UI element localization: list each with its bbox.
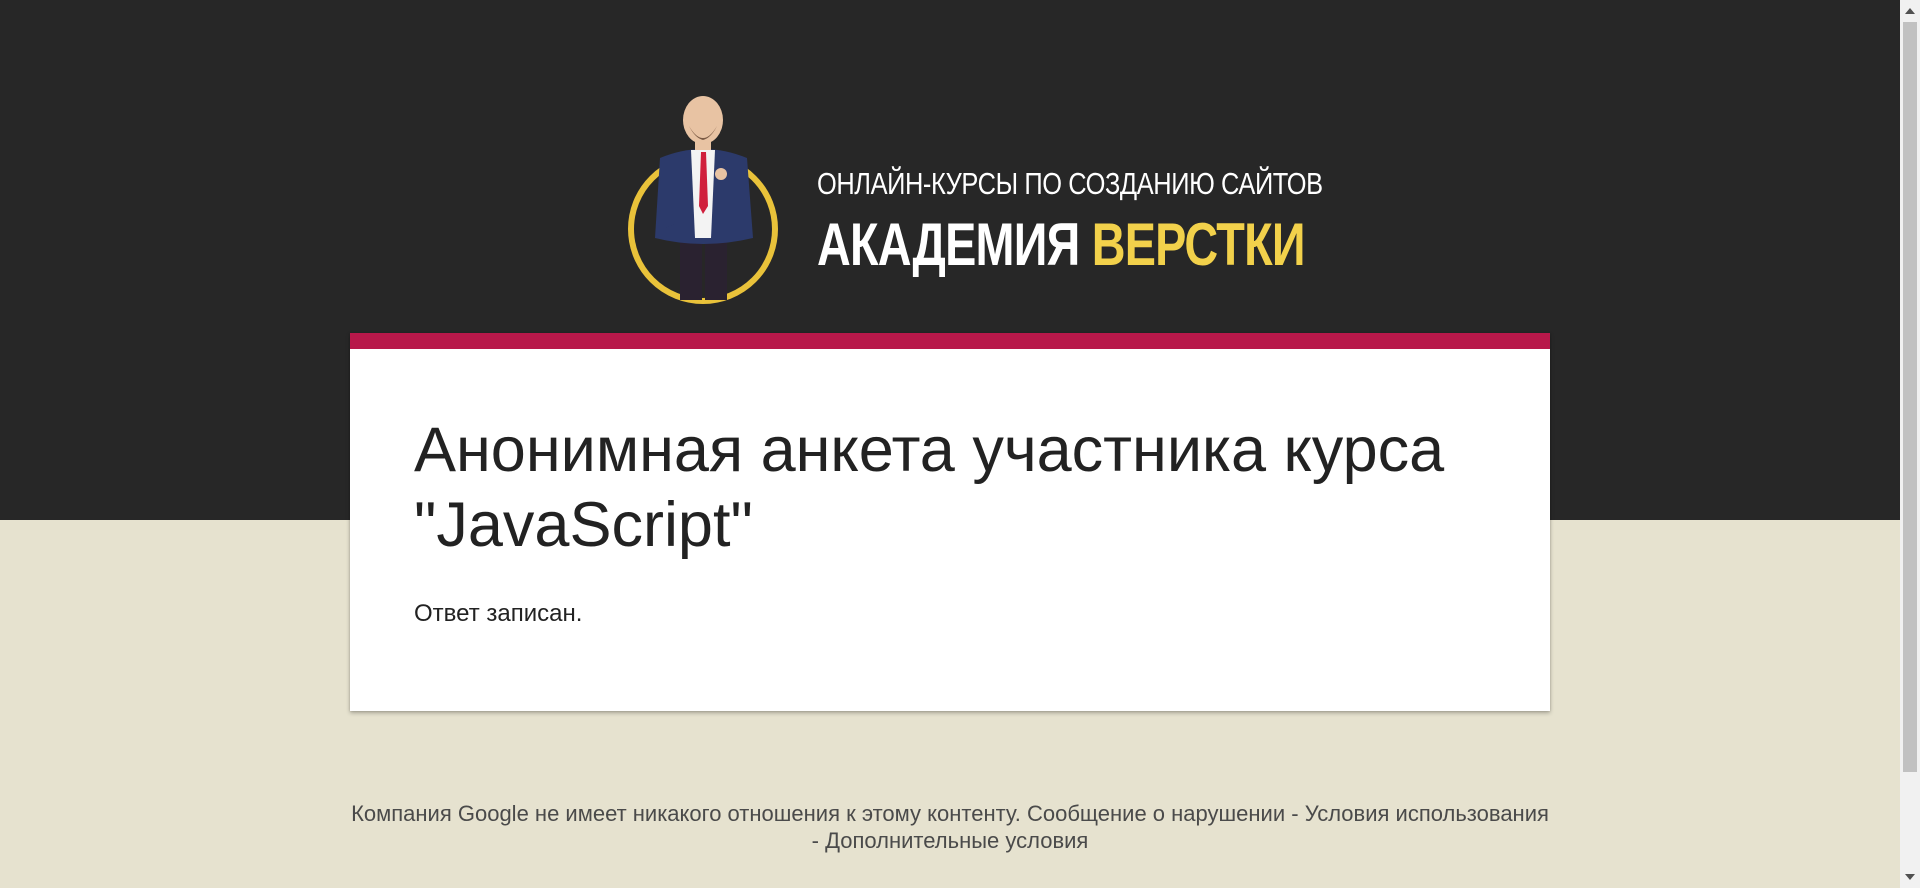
form-title-line1: Анонимная анкета участника курса: [414, 415, 1445, 485]
academy-logo: ОНЛАЙН-КУРСЫ ПО СОЗДАНИЮ САЙТОВ АКАДЕМИЯ…: [625, 88, 1323, 310]
report-abuse-link[interactable]: Сообщение о нарушении: [1027, 801, 1285, 826]
logo-tagline: ОНЛАЙН-КУРСЫ ПО СОЗДАНИЮ САЙТОВ: [817, 166, 1323, 201]
response-recorded-message: Ответ записан.: [414, 600, 583, 627]
form-card-accent-bar: [350, 333, 1550, 349]
footer-disclaimer-text: Компания Google не имеет никакого отноше…: [351, 801, 1021, 826]
additional-terms-link[interactable]: Дополнительные условия: [825, 828, 1088, 853]
logo-brand-accent: ВЕРСТКИ: [1091, 211, 1306, 278]
footer-separator: -: [1291, 801, 1299, 826]
vertical-scrollbar[interactable]: [1900, 0, 1920, 888]
footer-separator: -: [811, 828, 819, 853]
mascot-icon: [628, 96, 778, 304]
form-title: Анонимная анкета участника курса "JavaSc…: [414, 413, 1514, 563]
terms-of-service-link[interactable]: Условия использования: [1305, 801, 1549, 826]
form-card: Анонимная анкета участника курса "JavaSc…: [350, 333, 1550, 711]
page: ОНЛАЙН-КУРСЫ ПО СОЗДАНИЮ САЙТОВ АКАДЕМИЯ…: [0, 0, 1900, 888]
scroll-up-arrow-icon[interactable]: [1900, 2, 1920, 20]
scrollbar-thumb[interactable]: [1903, 22, 1917, 772]
footer-disclaimer: Компания Google не имеет никакого отноше…: [350, 800, 1550, 854]
logo-brand: АКАДЕМИЯ ВЕРСТКИ: [817, 210, 1306, 279]
form-title-line2: "JavaScript": [414, 490, 753, 560]
logo-brand-main: АКАДЕМИЯ: [817, 211, 1080, 278]
scroll-down-arrow-icon[interactable]: [1900, 868, 1920, 886]
